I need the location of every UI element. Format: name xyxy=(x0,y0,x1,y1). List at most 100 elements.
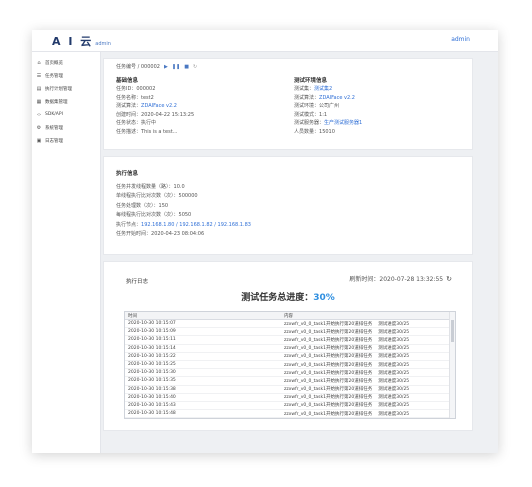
stop-icon[interactable]: ■ xyxy=(184,64,189,70)
info-value: 000002 xyxy=(136,86,156,92)
log-content: zzxwfr_v0_0_task1开始执行第20道排任务测试进度30/25 xyxy=(281,335,455,345)
user-menu[interactable]: admin xyxy=(451,36,470,43)
log-row: 2020-10-30 10:15:40 zzxwfr_v0_0_task1开始执行… xyxy=(125,393,455,402)
env-info-list: 测试集：测试集2 测试算法：ZDAIFace v2.2 测试环境：公司广州 测试模式：… xyxy=(294,85,362,136)
log-message: zzxwfr_v0_0_task1开始执行第20道排任务 xyxy=(284,354,373,360)
log-row: 2020-10-30 10:15:22 zzxwfr_v0_0_task1开始执行… xyxy=(125,352,455,361)
info-value: 150 xyxy=(158,202,169,209)
log-status: 测试进度30/25 xyxy=(378,387,410,393)
log-status: 测试进度30/25 xyxy=(378,403,410,409)
logo: A I 云 admin xyxy=(52,33,111,49)
info-row: 执行节点：192.168.1.80 / 192.168.1.82 / 192.1… xyxy=(116,221,251,230)
log-status: 测试进度30/25 xyxy=(378,362,410,368)
plan-icon: ▤ xyxy=(36,85,42,92)
log-message: zzxwfr_v0_0_task1开始执行第20道排任务 xyxy=(284,362,373,368)
log-message: zzxwfr_v0_0_task1开始执行第20道排任务 xyxy=(284,370,373,376)
info-key: 任务ID： xyxy=(116,86,137,92)
refresh-small-icon[interactable]: ↻ xyxy=(193,64,197,70)
log-content: zzxwfr_v0_0_task1开始执行第20道排任务测试进度30/25 xyxy=(281,409,455,418)
log-row: 2020-10-30 10:15:07 zzxwfr_v0_0_task1开始执行… xyxy=(125,319,455,329)
home-icon: ⌂ xyxy=(37,59,41,66)
log-message: zzxwfr_v0_0_task1开始执行第20道排任务 xyxy=(284,387,373,393)
basic-info-title: 基础信息 xyxy=(116,78,139,84)
info-key: 测试集： xyxy=(294,86,315,92)
info-row: 测试集：测试集2 xyxy=(294,85,362,94)
info-key: 任务名称： xyxy=(116,94,142,101)
log-time: 2020-10-30 10:15:14 xyxy=(125,344,281,353)
info-key: 测试服务器： xyxy=(294,120,325,126)
log-status: 测试进度30/25 xyxy=(378,337,410,343)
log-message: zzxwfr_v0_0_task1开始执行第20道排任务 xyxy=(284,321,373,327)
log-scrollbar[interactable] xyxy=(449,312,455,418)
info-value: 公司广州 xyxy=(319,103,340,109)
log-row: 2020-10-30 10:15:14 zzxwfr_v0_0_task1开始执行… xyxy=(125,344,455,353)
info-row: 测试服务器：生产测试服务器1 xyxy=(294,119,362,128)
log-time: 2020-10-30 10:15:25 xyxy=(125,360,281,370)
basic-info-list: 任务ID：000002 任务名称：test2 测试算法：ZDAIFace v2.2 创… xyxy=(116,85,194,136)
log-content: zzxwfr_v0_0_task1开始执行第20道排任务测试进度30/25 xyxy=(281,417,455,418)
play-icon[interactable]: ▶ xyxy=(164,64,168,70)
scrollbar-thumb[interactable] xyxy=(451,320,454,342)
log-time: 2020-10-30 10:15:40 xyxy=(125,393,281,402)
exec-info-title: 执行信息 xyxy=(116,171,139,177)
sidebar-item-1[interactable]: ☰ 任务管理 xyxy=(32,69,100,82)
log-row: 2020-10-30 10:15:38 zzxwfr_v0_0_task1开始执行… xyxy=(125,385,455,394)
info-key: 测试算法： xyxy=(294,94,320,101)
log-row: 2020-10-30 10:15:50zzxwfr_v0_0_task1开始执行… xyxy=(125,417,455,418)
data-icon: ▦ xyxy=(36,98,42,105)
info-key: 测试算法： xyxy=(116,103,142,109)
info-link[interactable]: 测试集2 xyxy=(314,86,332,92)
log-time: 2020-10-30 10:15:50 xyxy=(125,417,281,418)
log-message: zzxwfr_v0_0_task1开始执行第20道排任务 xyxy=(284,346,373,352)
refresh-time: 刷新时间：2020-07-28 13:32:55 xyxy=(349,276,444,283)
sidebar-item-label: 首页概览 xyxy=(45,60,63,66)
sidebar-item-0[interactable]: ⌂ 首页概览 xyxy=(32,56,100,69)
progress-heading: 测试任务总进度：30% xyxy=(104,290,472,303)
sidebar-item-4[interactable]: ‹› SDK/API xyxy=(32,108,100,121)
sidebar-item-label: 执行计划管理 xyxy=(45,86,72,92)
log-time: 2020-10-30 10:15:35 xyxy=(125,376,281,386)
sidebar-item-2[interactable]: ▤ 执行计划管理 xyxy=(32,82,100,95)
info-value: 1:1 xyxy=(319,111,328,118)
log-row: 2020-10-30 10:15:43 zzxwfr_v0_0_task1开始执行… xyxy=(125,401,455,411)
info-link[interactable]: ZDAIFace v2.2 xyxy=(141,103,177,109)
col-time-header: 时间 xyxy=(125,312,281,320)
log-time: 2020-10-30 10:15:07 xyxy=(125,319,281,329)
log-row: 2020-10-30 10:15:09 zzxwfr_v0_0_task1开始执行… xyxy=(125,327,455,337)
refresh-icon[interactable]: ↻ xyxy=(446,275,452,283)
info-value: 2020-04-22 15:13:25 xyxy=(141,111,195,118)
log-content: zzxwfr_v0_0_task1开始执行第20道排任务测试进度30/25 xyxy=(281,385,455,394)
log-content: zzxwfr_v0_0_task1开始执行第20道排任务测试进度30/25 xyxy=(281,319,455,329)
sidebar-item-6[interactable]: ▣ 日志管理 xyxy=(32,134,100,147)
log-status: 测试进度30/25 xyxy=(378,329,410,335)
info-row: 测试模式：1:1 xyxy=(294,111,362,120)
log-message: zzxwfr_v0_0_task1开始执行第20道排任务 xyxy=(284,337,373,343)
log-content: zzxwfr_v0_0_task1开始执行第20道排任务测试进度30/25 xyxy=(281,376,455,386)
col-content-header: 内容 xyxy=(281,312,455,320)
info-row: 任务描述：This is a test... xyxy=(116,128,194,137)
log-time: 2020-10-30 10:15:43 xyxy=(125,401,281,411)
exec-log-card: 执行日志 刷新时间：2020-07-28 13:32:55 ↻ 测试任务总进度：… xyxy=(103,261,473,431)
info-link[interactable]: 192.168.1.80 / 192.168.1.82 / 192.168.1.… xyxy=(141,222,251,228)
info-link[interactable]: 生产测试服务器1 xyxy=(324,120,362,126)
info-row: 任务处理数（次）：150 xyxy=(116,202,251,211)
info-link[interactable]: ZDAIFace v2.2 xyxy=(319,95,355,101)
sidebar-item-label: 任务管理 xyxy=(45,73,63,79)
sidebar-item-3[interactable]: ▦ 数据集管理 xyxy=(32,95,100,108)
info-key: 创建时间： xyxy=(116,111,142,118)
info-row: 任务状态：执行中 xyxy=(116,119,194,128)
sidebar-item-5[interactable]: ⚙ 系统管理 xyxy=(32,121,100,134)
log-status: 测试进度30/25 xyxy=(378,370,410,376)
info-key: 测试模式： xyxy=(294,111,320,118)
log-content: zzxwfr_v0_0_task1开始执行第20道排任务测试进度30/25 xyxy=(281,401,455,411)
pause-icon[interactable]: ❚❚ xyxy=(172,64,180,70)
log-row: 2020-10-30 10:15:35 zzxwfr_v0_0_task1开始执行… xyxy=(125,376,455,386)
exec-info-card: 执行信息 任务并发线程数量（路）：10.0 单线程执行比对次数（次）：500000… xyxy=(103,156,473,255)
info-row: 每线程执行比对次数（次）：5050 xyxy=(116,211,251,220)
log-status: 测试进度30/25 xyxy=(378,354,410,360)
log-table: 时间 内容 2020-10-30 10:15:07 zzxwfr_v0_0_tas… xyxy=(125,312,455,418)
log-status: 测试进度30/25 xyxy=(378,411,410,417)
task-info-card: 任务编号 / 000002 ▶ ❚❚ ■ ↻ 基础信息 任务ID：000002 任… xyxy=(103,58,473,150)
log-icon: ▣ xyxy=(36,137,42,144)
info-value: 500000 xyxy=(178,193,198,200)
